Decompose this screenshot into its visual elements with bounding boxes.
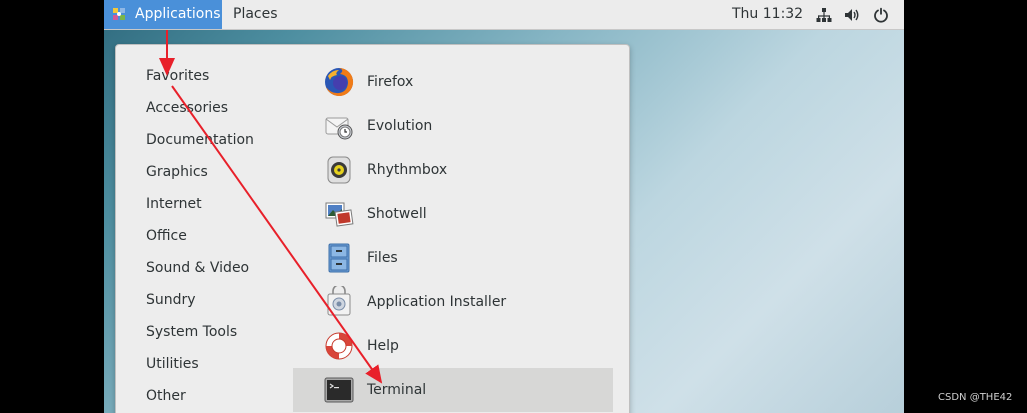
applications-menu-button[interactable]: Applications (104, 0, 222, 29)
app-item-files[interactable]: Files (293, 236, 613, 280)
evolution-icon (325, 117, 353, 140)
desktop: Applications Places Thu 11:32 Favorites (104, 0, 904, 413)
app-item-terminal[interactable]: Terminal (293, 368, 613, 412)
app-name: Evolution (367, 118, 433, 134)
category-sound-video[interactable]: Sound & Video (146, 258, 249, 278)
app-name: Terminal (367, 382, 427, 398)
rhythmbox-icon (327, 156, 351, 184)
network-icon[interactable] (816, 7, 832, 23)
category-favorites[interactable]: Favorites (146, 66, 209, 86)
software-icon (327, 286, 351, 316)
app-item-application-installer[interactable]: Application Installer (293, 280, 613, 324)
app-name: Application Installer (367, 294, 507, 310)
app-item-rhythmbox[interactable]: Rhythmbox (293, 148, 613, 192)
app-name: Help (367, 338, 399, 354)
files-icon (328, 243, 350, 273)
category-internet[interactable]: Internet (146, 194, 202, 214)
category-documentation[interactable]: Documentation (146, 130, 254, 150)
category-system-tools[interactable]: System Tools (146, 322, 237, 342)
category-sundry[interactable]: Sundry (146, 290, 196, 310)
category-office[interactable]: Office (146, 226, 187, 246)
help-icon (325, 332, 353, 360)
app-item-help[interactable]: Help (293, 324, 613, 368)
places-menu-button[interactable]: Places (233, 0, 278, 29)
app-name: Rhythmbox (367, 162, 448, 178)
watermark: CSDN @THE42 (938, 392, 1013, 403)
app-item-evolution[interactable]: Evolution (293, 104, 613, 148)
app-item-firefox[interactable]: Firefox (293, 60, 613, 104)
app-name: Files (367, 250, 398, 266)
applications-label: Applications (135, 6, 221, 22)
clock[interactable]: Thu 11:32 (732, 0, 803, 29)
category-accessories[interactable]: Accessories (146, 98, 228, 118)
firefox-icon (325, 67, 354, 96)
terminal-icon (324, 377, 354, 403)
app-name: Firefox (367, 74, 414, 90)
gnome-foot-icon (113, 8, 125, 20)
category-graphics[interactable]: Graphics (146, 162, 208, 182)
applications-menu: Favorites Accessories Documentation Grap… (115, 44, 630, 413)
top-bar: Applications Places Thu 11:32 (104, 0, 904, 30)
shotwell-icon (325, 202, 354, 227)
volume-icon[interactable] (844, 7, 860, 23)
app-item-shotwell[interactable]: Shotwell (293, 192, 613, 236)
category-other[interactable]: Other (146, 386, 186, 406)
power-icon[interactable] (873, 7, 889, 23)
category-utilities[interactable]: Utilities (146, 354, 199, 374)
app-name: Shotwell (367, 206, 427, 222)
